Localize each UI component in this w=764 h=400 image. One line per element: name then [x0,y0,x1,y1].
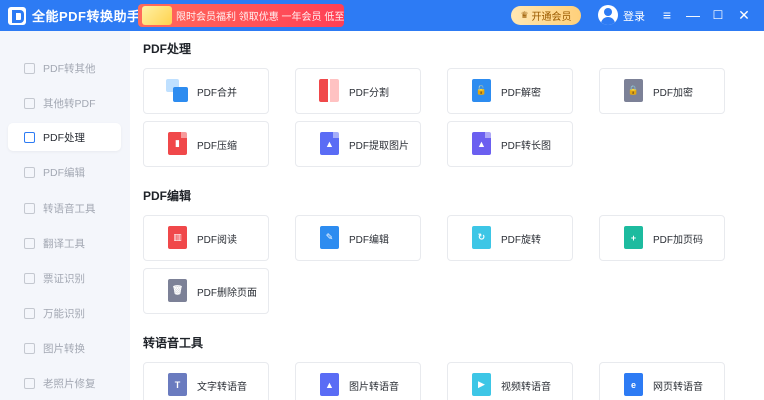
sidebar-item-label: PDF转其他 [43,62,96,75]
lock-icon: 🔒 [622,79,644,103]
sidebar-item-label: 其他转PDF [43,97,96,110]
sidebar-item-speech-tools[interactable]: 转语音工具 [8,194,121,222]
tool-card-pdf-rotate[interactable]: ↻ PDF旋转 [447,215,573,261]
sidebar-item-ticket-ocr[interactable]: 票证识别 [8,264,121,292]
tool-card-pdf-compress[interactable]: ▮ PDF压缩 [143,121,269,167]
tool-card-text-to-speech[interactable]: T 文字转语音 [143,362,269,400]
sidebar-item-pdf-edit[interactable]: PDF编辑 [8,158,121,186]
page-number-icon: + [622,226,644,250]
tool-card-label: 文字转语音 [197,381,247,393]
app-logo-icon [8,6,26,25]
image-to-speech-icon: ▲ [318,373,340,397]
text-to-speech-icon: T [166,373,188,397]
sidebar-item-pdf-to-other[interactable]: PDF转其他 [8,54,121,82]
tool-card-pdf-read[interactable]: ▥ PDF阅读 [143,215,269,261]
delete-page-icon: 🗑 [166,279,188,303]
tool-card-pdf-add-page-number[interactable]: + PDF加页码 [599,215,725,261]
read-icon: ▥ [166,226,188,250]
promo-text: 限时会员福利 领取优惠 一年会员 低至 [176,12,345,23]
tool-card-pdf-decrypt[interactable]: 🔓 PDF解密 [447,68,573,114]
sidebar: PDF转其他 其他转PDF PDF处理 PDF编辑 转语音工具 翻译工具 票证识… [0,31,130,400]
merge-icon [166,79,188,103]
convert-icon [24,62,35,74]
tool-card-pdf-to-long-image[interactable]: ▲ PDF转长图 [447,121,573,167]
vip-label: 开通会员 [531,12,572,23]
tool-card-web-to-speech[interactable]: e 网页转语音 [599,362,725,400]
unlock-icon: 🔓 [470,79,492,103]
tool-card-pdf-edit[interactable]: ✎ PDF编辑 [295,215,421,261]
tool-card-label: PDF旋转 [501,234,541,246]
tool-card-pdf-encrypt[interactable]: 🔒 PDF加密 [599,68,725,114]
main-content: PDF处理 PDF合并 PDF分割 🔓 PDF解密 🔒 PDF加密 ▮ PDF压… [130,31,764,400]
close-button[interactable]: ✕ [733,4,755,26]
process-icon [24,131,35,143]
tool-card-label: PDF提取图片 [349,140,409,152]
sidebar-item-pdf-process[interactable]: PDF处理 [8,123,121,151]
section-title-pdf-edit: PDF编辑 [143,189,192,203]
tool-card-label: 图片转语音 [349,381,399,393]
tool-card-pdf-merge[interactable]: PDF合并 [143,68,269,114]
sidebar-item-translate[interactable]: 翻译工具 [8,229,121,257]
tool-card-label: PDF合并 [197,87,237,99]
minimize-button[interactable]: — [682,4,704,26]
tool-card-label: PDF加页码 [653,234,703,246]
section-title-pdf-process: PDF处理 [143,42,192,56]
extract-image-icon: ▲ [318,132,340,156]
crown-icon: ♛ [520,10,529,20]
tool-card-label: PDF转长图 [501,140,551,152]
tool-card-label: 视频转语音 [501,381,551,393]
tool-card-pdf-delete-page[interactable]: 🗑 PDF删除页面 [143,268,269,314]
rotate-icon: ↻ [470,226,492,250]
sidebar-item-label: 老照片修复 [43,377,96,390]
tool-card-pdf-split[interactable]: PDF分割 [295,68,421,114]
convert-icon [24,97,35,109]
sidebar-item-image-convert[interactable]: 图片转换 [8,334,121,362]
login-link[interactable]: 登录 [623,8,645,24]
tool-card-label: PDF阅读 [197,234,237,246]
sidebar-item-universal-ocr[interactable]: 万能识别 [8,299,121,327]
compress-icon: ▮ [166,132,188,156]
long-image-icon: ▲ [470,132,492,156]
sidebar-item-label: 万能识别 [43,307,85,320]
tool-card-label: PDF编辑 [349,234,389,246]
scan-icon [24,307,35,319]
sidebar-item-label: PDF处理 [43,131,85,144]
split-icon [318,79,340,103]
photo-icon [24,377,35,389]
sidebar-item-label: 图片转换 [43,342,85,355]
speech-icon [24,202,35,214]
image-icon [24,342,35,354]
tool-card-label: PDF加密 [653,87,693,99]
ticket-icon [24,272,35,284]
maximize-button[interactable]: ☐ [707,4,729,26]
video-to-speech-icon: ▶ [470,373,492,397]
tool-card-label: PDF解密 [501,87,541,99]
avatar[interactable] [598,5,618,25]
tool-card-image-to-speech[interactable]: ▲ 图片转语音 [295,362,421,400]
vip-button[interactable]: ♛ 开通会员 [511,6,581,25]
sidebar-item-label: PDF编辑 [43,166,85,179]
web-to-speech-icon: e [622,373,644,397]
tool-card-label: PDF删除页面 [197,287,257,299]
tool-card-video-to-speech[interactable]: ▶ 视频转语音 [447,362,573,400]
section-title-speech-tools: 转语音工具 [143,336,204,350]
tool-card-pdf-extract-image[interactable]: ▲ PDF提取图片 [295,121,421,167]
translate-icon [24,237,35,249]
app-title: 全能PDF转换助手 [32,9,141,24]
menu-button[interactable]: ≡ [656,4,678,26]
title-bar: 全能PDF转换助手 限时会员福利 领取优惠 一年会员 低至 ♛ 开通会员 登录 … [0,0,764,31]
edit-icon: ✎ [318,226,340,250]
sidebar-item-label: 转语音工具 [43,202,96,215]
tool-card-label: PDF分割 [349,87,389,99]
promo-art-icon [142,6,172,25]
sidebar-item-label: 票证识别 [43,272,85,285]
promo-banner[interactable]: 限时会员福利 领取优惠 一年会员 低至 [138,4,344,27]
tool-card-label: 网页转语音 [653,381,703,393]
sidebar-item-photo-restore[interactable]: 老照片修复 [8,369,121,397]
tool-card-label: PDF压缩 [197,140,237,152]
sidebar-item-label: 翻译工具 [43,237,85,250]
edit-icon [24,166,35,178]
sidebar-item-other-to-pdf[interactable]: 其他转PDF [8,89,121,117]
